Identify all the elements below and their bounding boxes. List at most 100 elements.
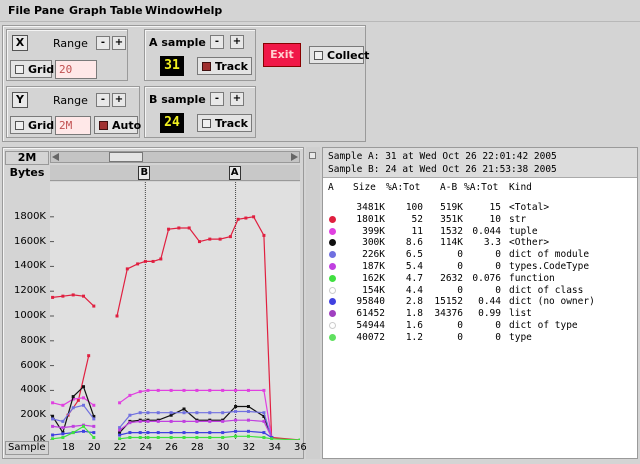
table-row[interactable]: 187K 5.4 0 0 types.CodeType bbox=[323, 261, 637, 272]
y-grid-toggle[interactable]: Grid bbox=[10, 116, 54, 134]
scroll-right-icon[interactable] bbox=[291, 153, 298, 161]
series-1-point bbox=[92, 403, 96, 407]
y-range-minus-button[interactable]: - bbox=[96, 93, 110, 107]
series-3-point bbox=[169, 411, 173, 415]
table-cell-pct2: 0.076 bbox=[472, 272, 501, 284]
x-grid-label: Grid bbox=[28, 62, 55, 76]
series-2-point bbox=[182, 407, 186, 411]
table-cell-pct2: 0 bbox=[495, 331, 501, 343]
x-range-plus-button[interactable]: + bbox=[112, 36, 126, 50]
series-6-point bbox=[51, 437, 55, 440]
splitter-handle-icon[interactable] bbox=[309, 152, 316, 159]
series-6-point bbox=[246, 434, 250, 438]
menu-pane[interactable]: Pane bbox=[34, 4, 64, 17]
table-cell-size: 40072 bbox=[356, 331, 385, 343]
table-cell-kind: function bbox=[509, 272, 555, 284]
series-0-point bbox=[244, 216, 248, 220]
y-auto-toggle[interactable]: Auto bbox=[94, 116, 141, 134]
series-3-point bbox=[246, 409, 250, 413]
b-track-checkbox-icon bbox=[202, 118, 211, 128]
series-0-point bbox=[187, 226, 191, 230]
menu-help[interactable]: Help bbox=[194, 4, 222, 17]
table-row[interactable]: 1801K 52 351K 10 str bbox=[323, 214, 637, 225]
table-row[interactable]: 61452 1.8 34376 0.99 list bbox=[323, 308, 637, 319]
series-3-point bbox=[51, 417, 55, 421]
a-sample-minus-button[interactable]: - bbox=[210, 35, 224, 49]
b-track-toggle[interactable]: Track bbox=[197, 114, 252, 132]
x-grid-toggle[interactable]: Grid bbox=[10, 60, 55, 78]
table-row[interactable]: 3481K 100 519K 15 <Total> bbox=[323, 202, 637, 213]
a-track-toggle[interactable]: Track bbox=[197, 57, 252, 75]
series-6-point bbox=[92, 436, 96, 440]
series-1-point bbox=[246, 388, 250, 392]
table-row[interactable]: 154K 4.4 0 0 dict of class bbox=[323, 285, 637, 296]
legend-dot-icon bbox=[329, 227, 336, 235]
legend-dot-icon bbox=[329, 333, 336, 341]
menu-table[interactable]: Table bbox=[110, 4, 143, 17]
table-cell-pct2: 10 bbox=[489, 213, 501, 225]
table-row[interactable]: 300K 8.6 114K 3.3 <Other> bbox=[323, 237, 637, 248]
series-6-point bbox=[262, 436, 266, 440]
table-row[interactable]: 40072 1.2 0 0 type bbox=[323, 332, 637, 343]
col-ab-header: A-B bbox=[440, 182, 458, 193]
x-scrollbar[interactable] bbox=[50, 151, 300, 163]
table-row[interactable]: 226K 6.5 0 0 dict of module bbox=[323, 249, 637, 260]
x-range-minus-button[interactable]: - bbox=[96, 36, 110, 50]
x-range-input[interactable]: 20 bbox=[55, 60, 97, 79]
table-cell-size: 300K bbox=[362, 237, 385, 249]
series-5-point bbox=[51, 433, 55, 437]
table-cell-pct: 100 bbox=[405, 202, 423, 213]
table-cell-size: 226K bbox=[362, 249, 385, 261]
legend-dot-icon bbox=[329, 239, 336, 247]
marker-a[interactable]: A bbox=[228, 166, 241, 180]
table-cell-size: 54944 bbox=[356, 320, 385, 331]
y-range-plus-button[interactable]: + bbox=[112, 93, 126, 107]
table-cell-pct: 4.4 bbox=[405, 284, 423, 296]
table-cell-ab: 0 bbox=[457, 284, 463, 296]
table-cell-size: 162K bbox=[362, 272, 385, 284]
a-sample-panel: A sample - + 31 Track bbox=[144, 29, 256, 81]
table-row[interactable]: 95840 2.8 15152 0.44 dict (no owner) bbox=[323, 296, 637, 307]
table-cell-size: 1801K bbox=[356, 213, 385, 225]
series-0-point bbox=[136, 262, 140, 266]
y-range-input[interactable]: 2M bbox=[55, 116, 91, 135]
pane-splitter[interactable] bbox=[306, 147, 320, 459]
series-0-point bbox=[76, 398, 80, 402]
table-row[interactable]: 54944 1.6 0 0 dict of type bbox=[323, 320, 637, 331]
exit-button[interactable]: Exit bbox=[263, 43, 301, 67]
series-5-point bbox=[262, 431, 266, 435]
memory-plot[interactable] bbox=[50, 182, 300, 440]
series-1-point bbox=[221, 388, 225, 392]
series-4-point bbox=[156, 419, 160, 423]
series-1-point bbox=[262, 388, 266, 392]
marker-b[interactable]: B bbox=[138, 166, 151, 180]
a-sample-label: A sample bbox=[149, 36, 206, 49]
table-row[interactable]: 399K 11 1532 0.044 tuple bbox=[323, 226, 637, 237]
legend-dot-icon bbox=[329, 274, 336, 282]
series-4-point bbox=[92, 424, 96, 428]
table-cell-pct: 1.8 bbox=[405, 308, 423, 320]
b-sample-minus-button[interactable]: - bbox=[210, 92, 224, 106]
menu-file[interactable]: File bbox=[8, 4, 31, 17]
series-1-point bbox=[118, 401, 122, 405]
scroll-thumb[interactable] bbox=[109, 152, 143, 162]
y-tick-label: 1600K bbox=[13, 235, 46, 247]
series-3-point bbox=[146, 411, 150, 415]
table-cell-pct: 8.6 bbox=[405, 237, 423, 249]
menu-graph[interactable]: Graph bbox=[69, 4, 107, 17]
table-row[interactable]: 162K 4.7 2632 0.076 function bbox=[323, 273, 637, 284]
series-1-point bbox=[156, 388, 160, 392]
table-cell-pct: 11 bbox=[411, 225, 423, 237]
series-0-point bbox=[82, 294, 86, 298]
b-sample-plus-button[interactable]: + bbox=[230, 92, 244, 106]
series-1-point bbox=[128, 393, 132, 397]
series-4-point bbox=[262, 419, 266, 423]
legend-dot-icon bbox=[329, 322, 336, 329]
scroll-left-icon[interactable] bbox=[52, 153, 59, 161]
series-2-point bbox=[82, 385, 86, 389]
x-tick-label: 32 bbox=[242, 442, 256, 453]
menu-window[interactable]: Window bbox=[145, 4, 194, 17]
a-sample-plus-button[interactable]: + bbox=[230, 35, 244, 49]
collect-toggle[interactable]: Collect bbox=[309, 46, 369, 64]
series-0-point bbox=[92, 304, 96, 308]
